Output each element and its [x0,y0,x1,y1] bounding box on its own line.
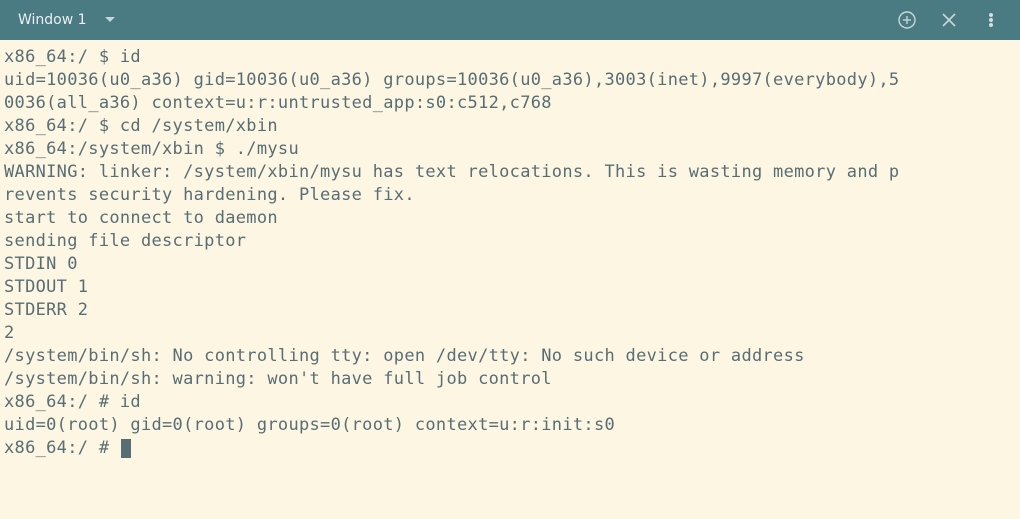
terminal-line: STDIN 0 [4,253,1016,276]
close-button[interactable] [928,0,970,40]
terminal-line: STDERR 2 [4,299,1016,322]
terminal-line: x86_64:/ $ cd /system/xbin [4,115,1016,138]
terminal-line: 0036(all_a36) context=u:r:untrusted_app:… [4,92,1016,115]
terminal-line: STDOUT 1 [4,276,1016,299]
terminal-line: uid=10036(u0_a36) gid=10036(u0_a36) grou… [4,69,1016,92]
terminal-line: x86_64:/ $ id [4,46,1016,69]
terminal-line: 2 [4,322,1016,345]
terminal-line: x86_64:/ # id [4,391,1016,414]
terminal-line: /system/bin/sh: warning: won't have full… [4,368,1016,391]
terminal-line: sending file descriptor [4,230,1016,253]
new-tab-button[interactable] [886,0,928,40]
terminal-line: start to connect to daemon [4,207,1016,230]
more-menu-button[interactable] [970,0,1012,40]
window-dropdown-icon[interactable] [105,17,115,23]
terminal-line: WARNING: linker: /system/xbin/mysu has t… [4,161,1016,184]
terminal-cursor [121,439,131,458]
terminal-line: x86_64:/ # [4,437,1016,460]
titlebar: Window 1 [0,0,1020,40]
terminal-line: uid=0(root) gid=0(root) groups=0(root) c… [4,414,1016,437]
terminal-output[interactable]: x86_64:/ $ iduid=10036(u0_a36) gid=10036… [0,40,1020,464]
terminal-line: x86_64:/system/xbin $ ./mysu [4,138,1016,161]
terminal-line: /system/bin/sh: No controlling tty: open… [4,345,1016,368]
window-title: Window 1 [18,12,87,28]
terminal-line: revents security hardening. Please fix. [4,184,1016,207]
